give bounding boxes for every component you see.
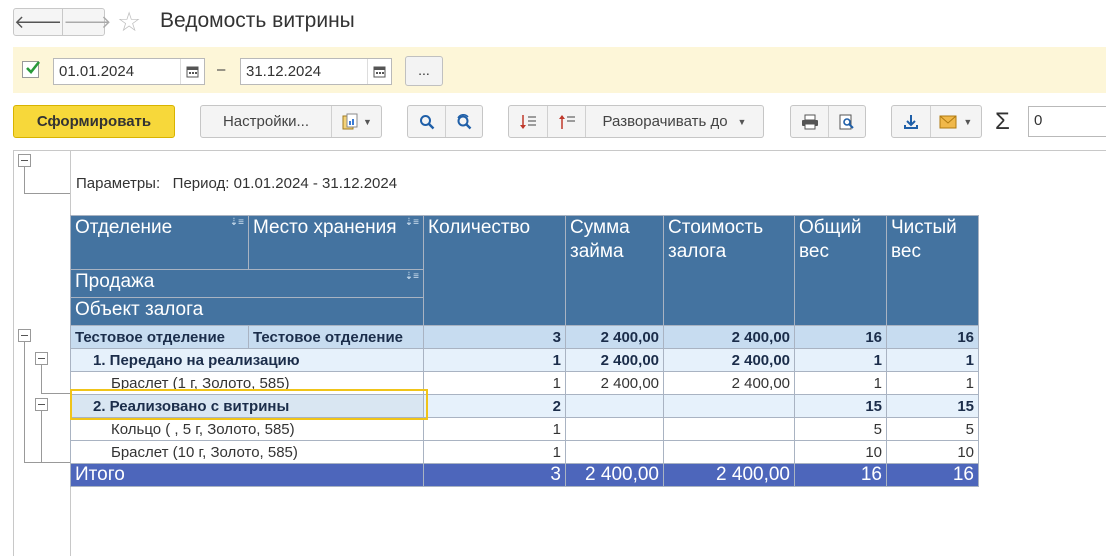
arrow-left-icon: 🡐 [14,11,63,32]
table-row-total[interactable]: Итого 3 2 400,00 2 400,00 16 16 [70,463,979,487]
collapse-group1-icon[interactable] [35,352,48,365]
favorite-star-icon[interactable]: ☆ [117,7,141,37]
sigma-icon: Σ [995,108,1010,135]
expand-to-dropdown[interactable]: Разворачивать до ▼ [585,106,763,137]
checkmark-icon [26,61,41,74]
variant-menu-button[interactable]: ▼ [331,106,381,137]
search-icon [419,114,435,129]
search-group [407,105,483,138]
header-net-weight[interactable]: Чистый вес [886,215,979,326]
arrow-right-icon: 🡒 [63,11,112,32]
chevron-down-icon: ▼ [363,116,372,127]
chevron-down-icon: ▼ [963,116,973,127]
sort-desc-button[interactable] [509,106,547,137]
report-table: ⇣≡ Отделение ⇣≡ Место хранения Количество … [70,215,979,487]
sort-asc-button[interactable] [547,106,585,137]
print-group [790,105,866,138]
page-title: Ведомость витрины [160,9,355,32]
forward-button[interactable]: 🡒 [62,9,112,35]
params-label: Параметры: [76,175,161,192]
sort-indicator-icon: ⇣≡ [404,271,419,282]
tree-line [24,193,70,194]
date-to-field[interactable]: 31.12.2024 [240,58,392,85]
period-select-button[interactable]: ... [405,56,443,86]
collapse-params-icon[interactable] [18,154,31,167]
expand-to-label: Разворачивать до [602,113,728,130]
tree-line [41,411,42,462]
print-preview-button[interactable] [828,106,865,137]
title-bar: 🡐 🡒 ☆ Ведомость витрины [0,0,1106,46]
print-button[interactable] [791,106,828,137]
chevron-down-icon: ▼ [737,116,747,127]
tree-line [24,342,25,462]
header-pledge-cost[interactable]: Стоимость залога [663,215,795,326]
tree-line [24,167,25,193]
sum-field[interactable]: 0 [1028,106,1106,137]
tree-line [41,393,70,394]
table-row[interactable]: Браслет (10 г, Золото, 585) 1 10 10 [70,440,979,464]
header-quantity[interactable]: Количество [423,215,566,326]
save-button[interactable] [892,106,930,137]
send-email-button[interactable]: ▼ [929,106,981,137]
tree-line [41,462,70,463]
export-group: ▼ [891,105,982,138]
table-row[interactable]: Браслет (1 г, Золото, 585) 1 2 400,00 2 … [70,371,979,395]
header-total-weight[interactable]: Общий вес [794,215,887,326]
sort-ascending-icon [558,114,575,129]
report-parameters: Параметры: Период: 01.01.2024 - 31.12.20… [76,175,397,192]
table-row-department[interactable]: Тестовое отделение Тестовое отделение 3 … [70,325,979,349]
search-next-icon [457,113,472,129]
sort-indicator-icon: ⇣≡ [404,217,419,228]
printer-icon [801,114,818,129]
print-preview-icon [839,114,854,129]
table-row[interactable]: Кольцо ( , 5 г, Золото, 585) 1 5 5 [70,417,979,441]
download-icon [903,114,918,129]
navigation-group: 🡐 🡒 [13,8,112,36]
settings-group: Настройки... ▼ [200,105,382,138]
header-department[interactable]: ⇣≡ Отделение [70,215,249,270]
date-from-value: 01.01.2024 [59,63,135,80]
envelope-icon [939,115,957,128]
settings-button[interactable]: Настройки... [201,106,331,137]
search-next-button[interactable] [445,106,482,137]
report-variant-icon [342,113,358,129]
calendar-icon[interactable] [367,59,391,84]
collapse-department-icon[interactable] [18,329,31,342]
sort-indicator-icon: ⇣≡ [229,217,244,228]
tree-line [41,365,42,393]
table-row-group[interactable]: 1. Передано на реализацию 1 2 400,00 2 4… [70,348,979,372]
search-button[interactable] [408,106,445,137]
table-row-group[interactable]: 2. Реализовано с витрины 2 15 15 [70,394,979,418]
params-value: Период: 01.01.2024 - 31.12.2024 [172,175,398,192]
collapse-group2-icon[interactable] [35,398,48,411]
header-pledge-object[interactable]: Объект залога [70,297,424,326]
date-from-field[interactable]: 01.01.2024 [53,58,205,85]
header-loan-sum[interactable]: Сумма займа [565,215,664,326]
back-button[interactable]: 🡐 [14,9,62,35]
date-to-value: 31.12.2024 [246,63,322,80]
header-storage[interactable]: ⇣≡ Место хранения [248,215,424,270]
header-sale[interactable]: ⇣≡ Продажа [70,269,424,298]
grouping-group: Разворачивать до ▼ [508,105,764,138]
period-separator: – [217,61,226,78]
period-checkbox[interactable] [22,61,41,78]
generate-button[interactable]: Сформировать [13,105,175,138]
sort-descending-icon [520,114,536,129]
period-panel: 01.01.2024 – 31.12.2024 ... [13,47,1106,93]
calendar-icon[interactable] [180,59,204,84]
